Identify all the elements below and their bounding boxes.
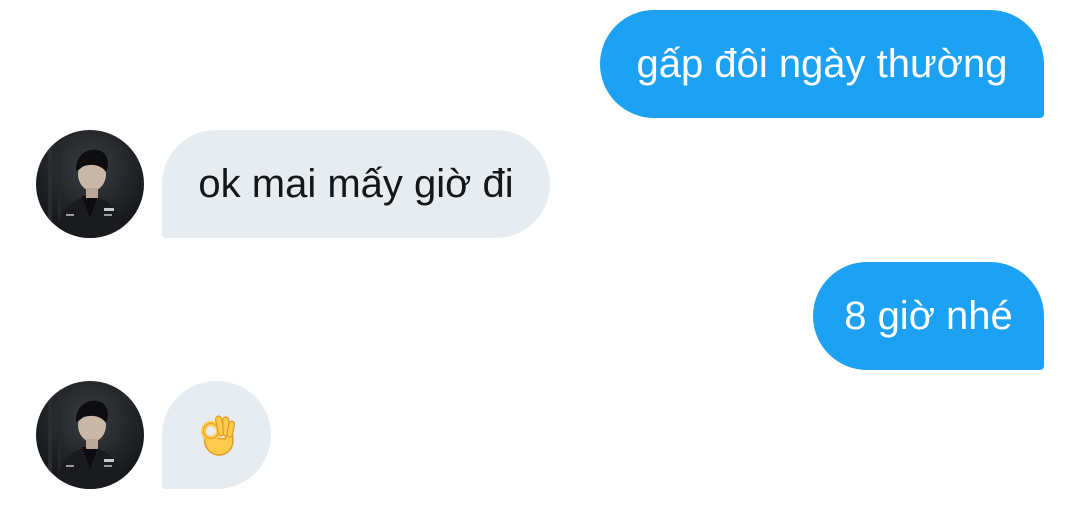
message-text: ok mai mấy giờ đi xyxy=(198,162,514,206)
received-message-bubble[interactable]: ok mai mấy giờ đi xyxy=(162,130,550,238)
sent-message-bubble[interactable]: gấp đôi ngày thường xyxy=(600,10,1044,118)
ok-hand-emoji-icon xyxy=(195,413,239,457)
message-text: gấp đôi ngày thường xyxy=(636,42,1008,86)
contact-avatar[interactable] xyxy=(36,381,144,489)
avatar-photo-icon xyxy=(36,381,144,489)
contact-avatar[interactable] xyxy=(36,130,144,238)
sent-message-bubble[interactable]: 8 giờ nhé xyxy=(813,262,1044,370)
avatar-photo-icon xyxy=(36,130,144,238)
message-text: 8 giờ nhé xyxy=(844,294,1013,338)
received-emoji-bubble[interactable] xyxy=(162,381,271,489)
